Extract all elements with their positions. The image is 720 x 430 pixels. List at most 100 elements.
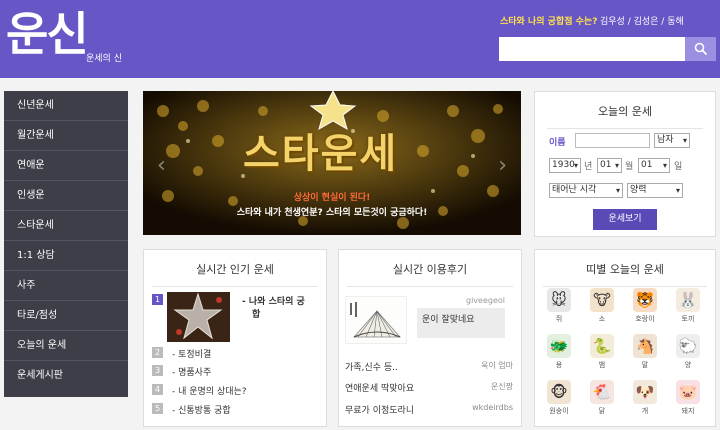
rooster-icon: 🐔 — [590, 380, 614, 404]
month-unit: 월 — [625, 162, 634, 172]
popular-item[interactable]: - 나와 스타의 궁 — [242, 294, 305, 307]
popular-item[interactable]: - 신통방통 궁합 — [172, 403, 231, 416]
gender-select[interactable]: 남자 — [654, 133, 690, 148]
day-select[interactable]: 01 — [638, 158, 670, 173]
zodiac-item[interactable]: 🐑 양 — [671, 334, 705, 370]
rank-number: 5 — [152, 403, 163, 414]
today-fortune-title: 오늘의 운세 — [547, 103, 703, 129]
review-row[interactable]: 무료가 이정도라니 wkdeirdbs — [345, 403, 513, 416]
dog-icon: 🐶 — [633, 380, 657, 404]
zodiac-label: 원숭이 — [549, 407, 569, 415]
dragon-icon: 🐲 — [547, 334, 571, 358]
name-input[interactable] — [575, 133, 650, 148]
birth-time-select[interactable]: 태어난 시각 — [549, 183, 623, 198]
fortune-submit-button[interactable]: 운세보기 — [593, 209, 657, 230]
banner-title: 스타운세 — [243, 131, 399, 177]
review-author: wkdeirdbs — [472, 403, 513, 412]
rabbit-icon: 🐰 — [676, 288, 700, 312]
popular-item[interactable]: - 내 운명의 상대는? — [172, 384, 247, 397]
zodiac-item[interactable]: 🐶 개 — [628, 380, 662, 416]
pig-icon: 🐷 — [676, 380, 700, 404]
popular-thumbnail[interactable] — [167, 292, 230, 342]
day-unit: 일 — [674, 162, 683, 172]
year-unit: 년 — [584, 162, 593, 172]
header: 운신 운세의 신 스타와 나의 궁합점 수는? 김우성 / 김성은 / 동해 — [0, 0, 720, 78]
year-select[interactable]: 1930 — [549, 158, 581, 173]
review-author: 욱이 엄마 — [481, 361, 513, 370]
zodiac-item[interactable]: 🐔 닭 — [585, 380, 619, 416]
sidebar-item-saju[interactable]: 사주 — [4, 271, 128, 301]
review-row[interactable]: 연애운세 딱맞아요 운신짱 — [345, 381, 513, 394]
zodiac-label: 소 — [598, 315, 606, 323]
month-select[interactable]: 01 — [597, 158, 622, 173]
popular-item-label: 명품사주 — [178, 368, 212, 378]
reviews-title: 실시간 이용후기 — [347, 261, 513, 287]
banner-next-arrow[interactable]: › — [498, 153, 507, 178]
search-input[interactable] — [499, 37, 685, 61]
review-text: 연애운세 딱맞아요 — [345, 384, 415, 394]
zodiac-item[interactable]: 🐮 소 — [585, 288, 619, 324]
popular-item[interactable]: - 명품사주 — [172, 365, 211, 378]
popular-item[interactable]: - 토정비결 — [172, 347, 211, 360]
zodiac-label: 양 — [684, 361, 692, 369]
zodiac-item[interactable]: 🐷 돼지 — [671, 380, 705, 416]
review-bubble[interactable]: 운이 잘맞네요 — [417, 308, 505, 338]
review-text: 무료가 이정도라니 — [345, 406, 415, 416]
popular-item-label: 토정비결 — [178, 350, 212, 360]
snake-icon: 🐍 — [590, 334, 614, 358]
ox-icon: 🐮 — [590, 288, 614, 312]
popular-fortunes: 실시간 인기 운세 1 - 나와 스타의 궁 합 2 - 토정비결 3 - 명품… — [143, 249, 327, 427]
review-author: giveegeol — [466, 296, 505, 305]
zodiac-label: 토끼 — [681, 315, 695, 323]
zodiac-item[interactable]: 🐍 뱀 — [585, 334, 619, 370]
sidebar-item-star[interactable]: 스타운세 — [4, 211, 128, 241]
banner-tagline: 상상이 현실이 된다! — [293, 193, 371, 203]
zodiac-label: 쥐 — [555, 315, 563, 323]
zodiac-label: 용 — [555, 361, 563, 369]
monkey-icon: 🐵 — [547, 380, 571, 404]
zodiac-title: 띠별 오늘의 운세 — [543, 261, 707, 287]
zodiac-fortunes: 띠별 오늘의 운세 🐭 쥐 🐮 소 🐯 호랑이 🐰 토끼 🐲 용 🐍 뱀 🐴 말 🐑 양 🐵 원숭이 🐔 닭 🐶 개 🐷 돼지 — [534, 249, 716, 427]
calendar-select[interactable]: 양력 — [627, 183, 683, 198]
sidebar-item-consult[interactable]: 1:1 상담 — [4, 241, 128, 271]
popular-item-label: 신통방통 궁합 — [178, 406, 231, 416]
zodiac-label: 말 — [641, 361, 649, 369]
sidebar-item-board[interactable]: 운세게시판 — [4, 361, 128, 391]
zodiac-item[interactable]: 🐲 용 — [542, 334, 576, 370]
zodiac-item[interactable]: 🐭 쥐 — [542, 288, 576, 324]
sidebar-item-monthly[interactable]: 월간운세 — [4, 121, 128, 151]
review-author: 운신짱 — [490, 382, 513, 391]
popular-item-label: 나와 스타의 궁 — [248, 297, 305, 307]
zodiac-item[interactable]: 🐯 호랑이 — [628, 288, 662, 324]
rank-number: 2 — [152, 347, 163, 358]
star-fortune-banner[interactable]: ‹ › 스타운세 상상이 현실이 된다! 스타와 내가 천생연분? 스타의 모든… — [143, 91, 521, 235]
review-text: 가족,신수 등.. — [345, 363, 398, 373]
zodiac-item[interactable]: 🐵 원숭이 — [542, 380, 576, 416]
horse-icon: 🐴 — [633, 334, 657, 358]
sidebar-item-today[interactable]: 오늘의 운세 — [4, 331, 128, 361]
popular-title: 실시간 인기 운세 — [152, 261, 318, 287]
rank-number: 1 — [152, 294, 163, 305]
rank-number: 4 — [152, 384, 163, 395]
logo[interactable]: 운신 — [6, 8, 89, 60]
logo-subtitle: 운세의 신 — [86, 54, 122, 64]
sidebar-item-new-year[interactable]: 신년운세 — [4, 91, 128, 121]
popular-item-label: 내 운명의 상대는? — [178, 387, 247, 397]
sidebar-item-life[interactable]: 인생운 — [4, 181, 128, 211]
zodiac-label: 개 — [641, 407, 649, 415]
search-button[interactable] — [685, 37, 716, 61]
name-label: 이름 — [549, 138, 566, 148]
today-fortune-form: 오늘의 운세 이름 남자 1930 년 01 월 01 일 태어난 시각 양력 … — [534, 91, 716, 237]
zodiac-item[interactable]: 🐴 말 — [628, 334, 662, 370]
banner-prev-arrow[interactable]: ‹ — [157, 153, 166, 178]
star-compat-question[interactable]: 스타와 나의 궁합점 수는? — [500, 14, 597, 27]
sidebar-item-tarot[interactable]: 타로/점성 — [4, 301, 128, 331]
popular-item-label-cont: 합 — [252, 310, 261, 320]
banner-subtitle: 스타와 내가 천생연분? 스타의 모든것이 궁금하다! — [236, 208, 428, 218]
zodiac-item[interactable]: 🐰 토끼 — [671, 288, 705, 324]
review-thumbnail[interactable] — [345, 296, 407, 344]
sidebar-item-love[interactable]: 연애운 — [4, 151, 128, 181]
star-compat-names[interactable]: 김우성 / 김성은 / 동해 — [600, 14, 684, 27]
review-row[interactable]: 가족,신수 등.. 욱이 엄마 — [345, 360, 513, 373]
tiger-icon: 🐯 — [633, 288, 657, 312]
